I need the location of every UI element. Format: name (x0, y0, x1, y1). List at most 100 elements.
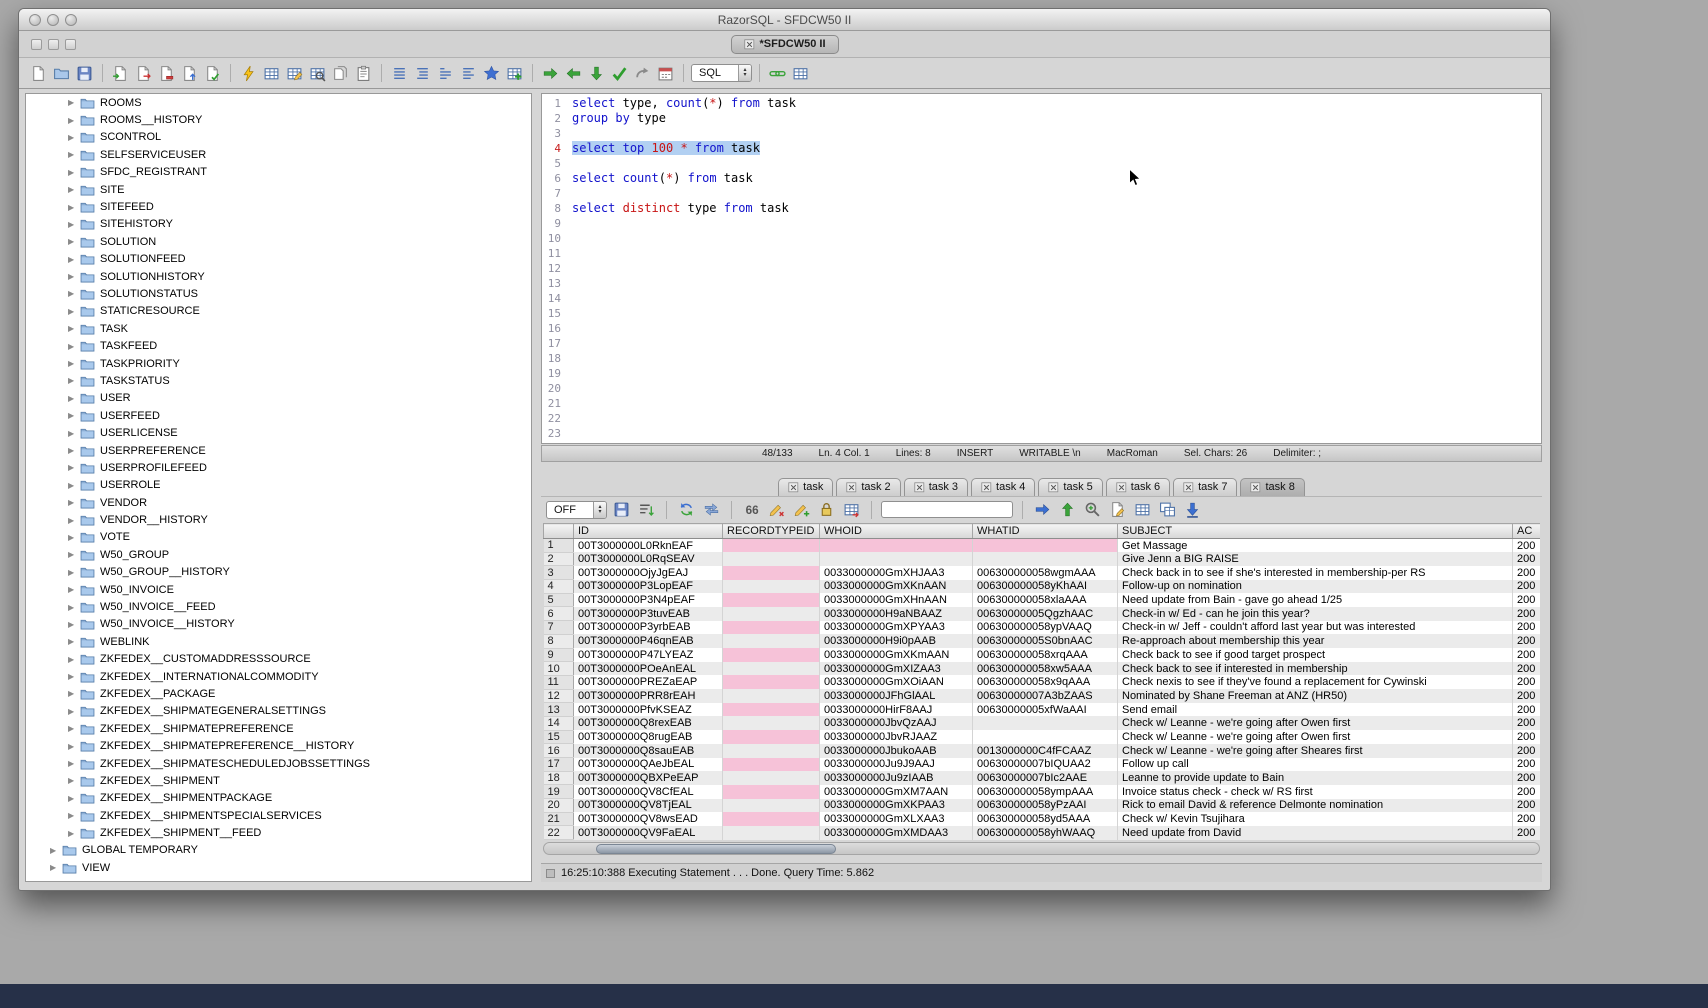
tree-item[interactable]: ▶SITEFEED (26, 198, 531, 215)
table-cell[interactable]: 200 (1513, 634, 1541, 648)
grid-icon[interactable] (1132, 499, 1153, 520)
table-cell[interactable]: 00T3000000QV8CfEAL (574, 785, 723, 799)
disclosure-triangle-icon[interactable]: ▶ (68, 220, 79, 229)
list-icon[interactable] (389, 63, 410, 84)
page-up-icon[interactable] (179, 63, 200, 84)
lock-icon[interactable] (816, 499, 837, 520)
table-cell[interactable] (723, 607, 820, 621)
tree-item[interactable]: ▶W50_INVOICE__HISTORY (26, 616, 531, 633)
table-cell[interactable]: 00T3000000QV9FaEAL (574, 826, 723, 840)
table-cell[interactable] (973, 552, 1118, 566)
disclosure-triangle-icon[interactable]: ▶ (68, 498, 79, 507)
table-row[interactable]: 1600T3000000Q8sauEAB0033000000JbukoAAB00… (544, 744, 1541, 758)
disclosure-triangle-icon[interactable]: ▶ (68, 394, 79, 403)
tree-item[interactable]: ▶USERFEED (26, 407, 531, 424)
table-cell[interactable]: 0013000000C4fFCAAZ (973, 744, 1118, 758)
pencil-plus-icon[interactable] (791, 499, 812, 520)
tree-item[interactable]: ▶STATICRESOURCE (26, 303, 531, 320)
table-row[interactable]: 2100T3000000QV8wsEAD0033000000GmXLXAA300… (544, 812, 1541, 826)
table-cell[interactable]: 0033000000GmXOiAAN (820, 675, 973, 689)
table-cell[interactable]: 0033000000HirF8AAJ (820, 703, 973, 717)
table-cell[interactable]: 006300000058ypVAAQ (973, 621, 1118, 635)
tree-item[interactable]: ▶ZKFEDEX__INTERNATIONALCOMMODITY (26, 668, 531, 685)
floppy-icon[interactable] (611, 499, 632, 520)
disclosure-triangle-icon[interactable]: ▶ (68, 776, 79, 785)
table-cell[interactable]: Rick to email David & reference Delmonte… (1118, 799, 1513, 813)
page-icon[interactable] (28, 63, 49, 84)
tree-item[interactable]: ▶ZKFEDEX__SHIPMENT (26, 772, 531, 789)
table-cell[interactable]: 006300000058wgmAAA (973, 566, 1118, 580)
table-cell[interactable]: Give Jenn a BIG RAISE (1118, 552, 1513, 566)
folder-open-icon[interactable] (51, 63, 72, 84)
table-cell[interactable]: 00T3000000P3LopEAF (574, 580, 723, 594)
tree-item[interactable]: ▶ROOMS (26, 94, 531, 111)
table-cell[interactable]: Get Massage (1118, 539, 1513, 553)
table-row[interactable]: 100T3000000L0RknEAFGet Massage200 (544, 539, 1541, 553)
table-cell[interactable]: 200 (1513, 785, 1541, 799)
double-arrows-icon[interactable] (701, 499, 722, 520)
window-titlebar[interactable]: RazorSQL - SFDCW50 II (19, 9, 1550, 31)
disclosure-triangle-icon[interactable]: ▶ (68, 516, 79, 525)
grid-plus-icon[interactable] (504, 63, 525, 84)
grid-magnifier-icon[interactable] (307, 63, 328, 84)
table-row[interactable]: 1000T3000000POeAnEAL0033000000GmXIZAA300… (544, 662, 1541, 676)
table-cell[interactable]: 00630000005xfWaAAI (973, 703, 1118, 717)
pages-icon[interactable] (330, 63, 351, 84)
lightning-icon[interactable] (238, 63, 259, 84)
table-cell[interactable]: 200 (1513, 730, 1541, 744)
table-row[interactable]: 1700T3000000QAeJbEAL0033000000Ju9J9AAJ00… (544, 758, 1541, 772)
table-cell[interactable]: Check-in w/ Jeff - couldn't afford last … (1118, 621, 1513, 635)
table-cell[interactable]: 0033000000JbvQzAAJ (820, 716, 973, 730)
table-cell[interactable]: Follow up call (1118, 758, 1513, 772)
disclosure-triangle-icon[interactable]: ▶ (68, 116, 79, 125)
table-cell[interactable]: 00T3000000POeAnEAL (574, 662, 723, 676)
document-tab[interactable]: *SFDCW50 II (730, 35, 838, 54)
table-cell[interactable]: 200 (1513, 771, 1541, 785)
download-arrow-icon[interactable] (1182, 499, 1203, 520)
table-cell[interactable]: 0033000000H9aNBAAZ (820, 607, 973, 621)
table-cell[interactable]: Send email (1118, 703, 1513, 717)
table-cell[interactable]: 006300000058yd5AAA (973, 812, 1118, 826)
table-cell[interactable]: 00630000005QgzhAAC (973, 607, 1118, 621)
disclosure-triangle-icon[interactable]: ▶ (68, 829, 79, 838)
disclosure-triangle-icon[interactable]: ▶ (68, 272, 79, 281)
table-cell[interactable]: 200 (1513, 744, 1541, 758)
results-tab[interactable]: task 6 (1106, 478, 1170, 496)
table-cell[interactable] (723, 703, 820, 717)
table-cell[interactable]: 0033000000GmXKnAAN (820, 580, 973, 594)
table-cell[interactable]: 200 (1513, 716, 1541, 730)
table-row[interactable]: 1200T3000000PRR8rEAH0033000000JFhGlAAL00… (544, 689, 1541, 703)
disclosure-triangle-icon[interactable]: ▶ (68, 133, 79, 142)
frame-control-icon[interactable] (31, 39, 42, 50)
combo-stepper-icon[interactable]: ▴▾ (593, 502, 606, 518)
table-row[interactable]: 600T3000000P3tuvEAB0033000000H9aNBAAZ006… (544, 607, 1541, 621)
table-cell[interactable]: Nominated by Shane Freeman at ANZ (HR50) (1118, 689, 1513, 703)
calendar-icon[interactable] (655, 63, 676, 84)
tree-item[interactable]: ▶SOLUTION (26, 233, 531, 250)
page-pencil-icon[interactable] (1107, 499, 1128, 520)
table-cell[interactable]: 200 (1513, 689, 1541, 703)
tree-item[interactable]: ▶ZKFEDEX__SHIPMENTSPECIALSERVICES (26, 807, 531, 824)
results-table[interactable]: IDRECORDTYPEIDWHOIDWHATIDSUBJECTAC100T30… (543, 523, 1540, 840)
tree-item[interactable]: ▶SELFSERVICEUSER (26, 146, 531, 163)
disclosure-triangle-icon[interactable]: ▶ (68, 481, 79, 490)
table-cell[interactable]: Check w/ Leanne - we're going after Owen… (1118, 716, 1513, 730)
table-cell[interactable]: 0033000000GmXKmAAN (820, 648, 973, 662)
tree-item[interactable]: ▶W50_GROUP (26, 546, 531, 563)
table-cell[interactable] (820, 552, 973, 566)
blue-right-arrow-icon[interactable] (1032, 499, 1053, 520)
table-cell[interactable] (723, 785, 820, 799)
tree-item[interactable]: ▶SOLUTIONSTATUS (26, 285, 531, 302)
table-cell[interactable]: Check back in to see if she's interested… (1118, 566, 1513, 580)
table-cell[interactable] (723, 826, 820, 840)
table-cell[interactable]: 00T3000000P46qnEAB (574, 634, 723, 648)
reexecute-icon[interactable] (676, 499, 697, 520)
tree-item[interactable]: ▶ZKFEDEX__SHIPMATEPREFERENCE (26, 720, 531, 737)
results-tab[interactable]: task 4 (971, 478, 1035, 496)
table-row[interactable]: 200T3000000L0RqSEAVGive Jenn a BIG RAISE… (544, 552, 1541, 566)
page-minus-icon[interactable] (156, 63, 177, 84)
zoom-window-button[interactable] (65, 14, 77, 26)
tree-item[interactable]: ▶TASKPRIORITY (26, 355, 531, 372)
tree-item[interactable]: ▶TASK (26, 320, 531, 337)
table-cell[interactable] (973, 716, 1118, 730)
